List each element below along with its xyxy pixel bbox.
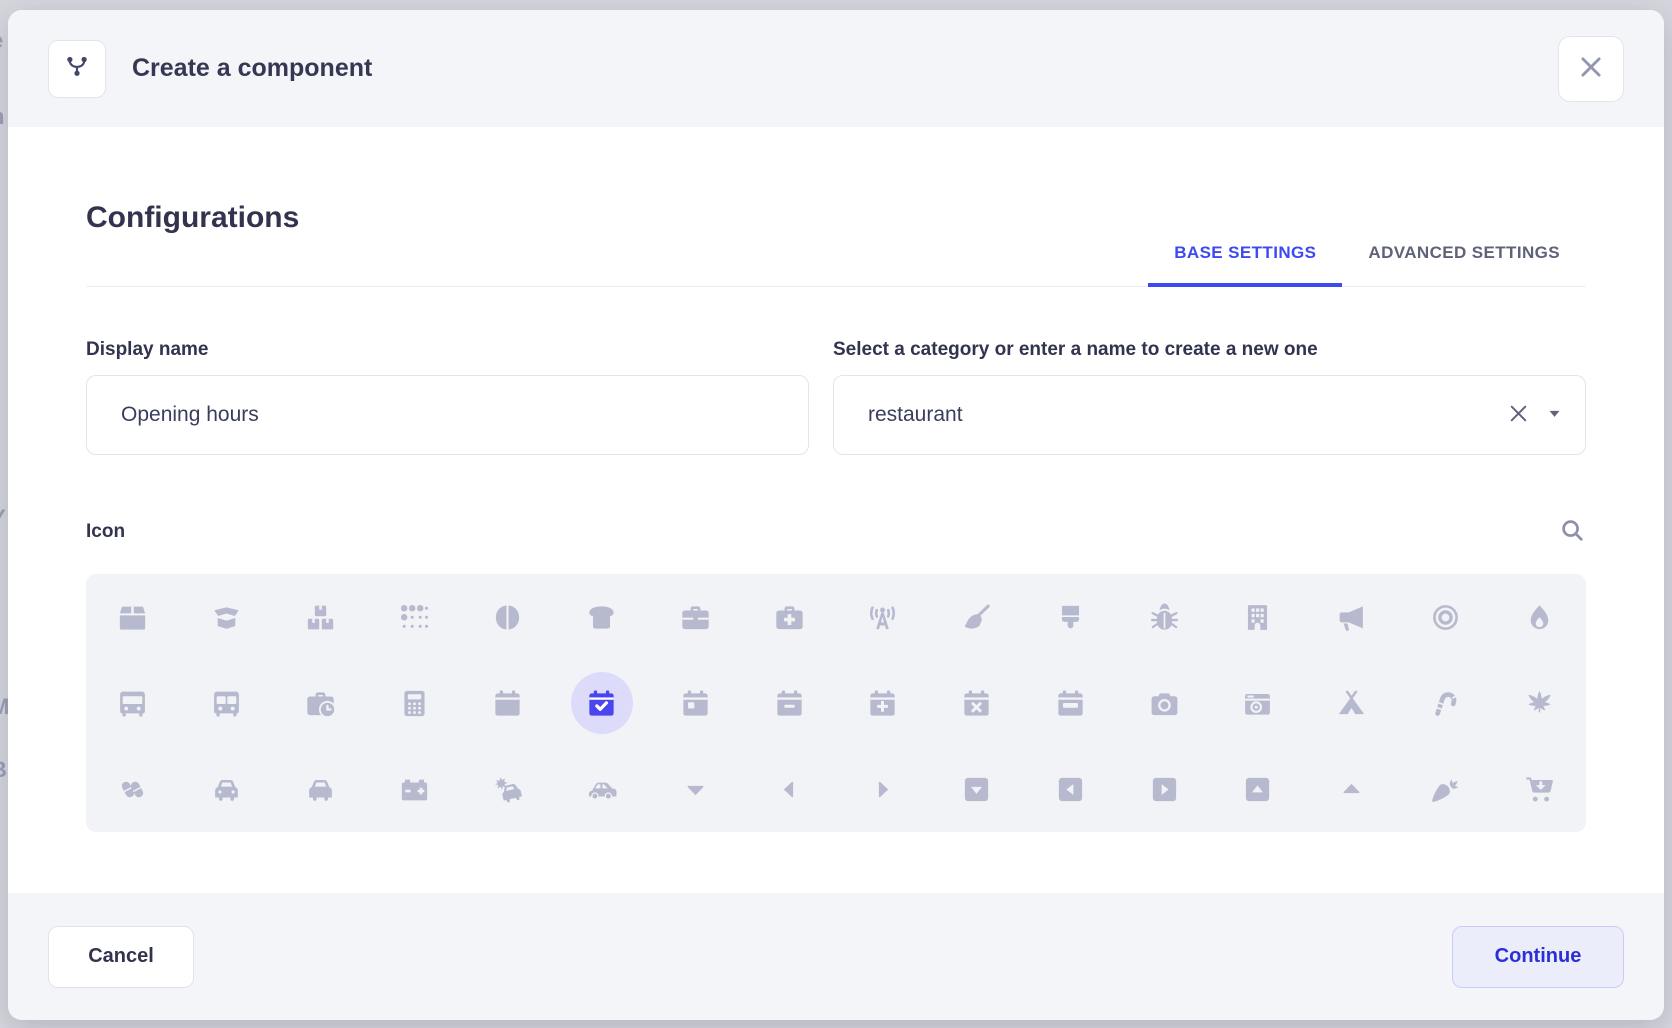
icon-capsules-icon[interactable] <box>86 746 180 832</box>
background-page-text-fragment: M <box>0 694 8 720</box>
icon-calendar-plus-icon[interactable] <box>836 660 930 746</box>
icon-camera-icon[interactable] <box>1117 660 1211 746</box>
icon-bug-icon[interactable] <box>1117 574 1211 660</box>
tab-advanced-settings[interactable]: ADVANCED SETTINGS <box>1342 243 1586 287</box>
icon-burn-icon[interactable] <box>1492 574 1586 660</box>
icon-cannabis-icon[interactable] <box>1492 660 1586 746</box>
caret-down-icon <box>1547 406 1562 424</box>
icon-car-icon[interactable] <box>180 746 274 832</box>
icon-candy-cane-icon[interactable] <box>1399 660 1493 746</box>
modal-body: Configurations BASE SETTINGS ADVANCED SE… <box>8 127 1664 893</box>
display-name-label: Display name <box>86 339 809 361</box>
category-field-group: Select a category or enter a name to cre… <box>833 339 1586 455</box>
continue-button[interactable]: Continue <box>1452 926 1624 988</box>
icon-caret-square-down-icon[interactable] <box>930 746 1024 832</box>
icon-caret-square-right-icon[interactable] <box>1117 746 1211 832</box>
icon-caret-down-icon[interactable] <box>649 746 743 832</box>
background-page-text-fragment: t <box>0 620 8 646</box>
icon-building-icon[interactable] <box>1211 574 1305 660</box>
icon-calculator-icon[interactable] <box>367 660 461 746</box>
section-heading: Configurations <box>86 201 299 235</box>
icon-caret-square-up-icon[interactable] <box>1211 746 1305 832</box>
display-name-input[interactable] <box>86 375 809 455</box>
cancel-button[interactable]: Cancel <box>48 926 194 988</box>
icon-broadcast-tower-icon[interactable] <box>836 574 930 660</box>
close-button[interactable] <box>1558 36 1624 102</box>
background-page-text-fragment: B <box>0 757 8 783</box>
icon-brush-icon[interactable] <box>1024 574 1118 660</box>
component-branch-icon <box>62 51 92 86</box>
icon-calendar-day-icon[interactable] <box>649 660 743 746</box>
icon-boxes-stacked-icon[interactable] <box>274 574 368 660</box>
icon-briefcase-medical-icon[interactable] <box>742 574 836 660</box>
icon-bus-alt-icon[interactable] <box>180 660 274 746</box>
background-page-text-fragment: e <box>0 28 8 54</box>
modal-footer: Cancel Continue <box>8 893 1664 1020</box>
icon-car-crash-icon[interactable] <box>461 746 555 832</box>
icon-caret-left-icon[interactable] <box>742 746 836 832</box>
icon-calendar-week-icon[interactable] <box>1024 660 1118 746</box>
icon-braille-icon[interactable] <box>367 574 461 660</box>
icon-calendar-check-icon[interactable] <box>555 660 649 746</box>
icon-camera-retro-icon[interactable] <box>1211 660 1305 746</box>
icon-cart-arrow-down-icon[interactable] <box>1492 746 1586 832</box>
category-input[interactable] <box>833 375 1586 455</box>
icon-grid <box>86 574 1586 832</box>
icon-campground-icon[interactable] <box>1305 660 1399 746</box>
clear-x-icon <box>1506 401 1531 429</box>
tab-base-settings[interactable]: BASE SETTINGS <box>1148 243 1342 287</box>
configurations-header-row: Configurations BASE SETTINGS ADVANCED SE… <box>86 127 1586 287</box>
icon-car-side-icon[interactable] <box>555 746 649 832</box>
icon-box-icon[interactable] <box>86 574 180 660</box>
icon-broom-icon[interactable] <box>930 574 1024 660</box>
background-page-text-fragment: n <box>0 104 8 130</box>
icon-bread-slice-icon[interactable] <box>555 574 649 660</box>
icon-carrot-icon[interactable] <box>1399 746 1493 832</box>
icon-briefcase-icon[interactable] <box>649 574 743 660</box>
icon-bullhorn-icon[interactable] <box>1305 574 1399 660</box>
icon-bus-icon[interactable] <box>86 660 180 746</box>
modal-title: Create a component <box>132 54 372 83</box>
icon-brain-icon[interactable] <box>461 574 555 660</box>
icon-car-battery-icon[interactable] <box>367 746 461 832</box>
background-page-text-fragment: Y <box>0 505 8 531</box>
icon-picker-header: Icon <box>86 517 1586 547</box>
icon-bullseye-icon[interactable] <box>1399 574 1493 660</box>
settings-tabs: BASE SETTINGS ADVANCED SETTINGS <box>1148 243 1586 287</box>
icon-business-time-icon[interactable] <box>274 660 368 746</box>
modal-header: Create a component <box>8 10 1664 127</box>
icon-caret-square-left-icon[interactable] <box>1024 746 1118 832</box>
icon-calendar-times-icon[interactable] <box>930 660 1024 746</box>
create-component-modal: Create a component Configurations BASE S… <box>8 10 1664 1020</box>
form-row: Display name Select a category or enter … <box>86 339 1586 455</box>
icon-box-open-icon[interactable] <box>180 574 274 660</box>
category-label: Select a category or enter a name to cre… <box>833 339 1586 361</box>
icon-caret-up-icon[interactable] <box>1305 746 1399 832</box>
icon-picker-section: Icon <box>86 517 1586 832</box>
display-name-field-group: Display name <box>86 339 809 455</box>
icon-label: Icon <box>86 521 125 543</box>
page-background: e n r Yt M B Create a component <box>0 0 1672 1028</box>
icon-calendar-icon[interactable] <box>461 660 555 746</box>
category-combobox <box>833 375 1586 455</box>
component-branch-icon-box <box>48 40 106 98</box>
icon-car-alt-icon[interactable] <box>274 746 368 832</box>
icon-calendar-minus-icon[interactable] <box>742 660 836 746</box>
icon-search-button[interactable] <box>1559 517 1586 547</box>
search-icon <box>1559 517 1586 547</box>
close-icon <box>1576 52 1606 85</box>
category-dropdown-button[interactable] <box>1547 406 1562 424</box>
icon-caret-right-icon[interactable] <box>836 746 930 832</box>
background-page-text-fragment: r <box>0 338 8 364</box>
category-controls <box>1506 375 1562 455</box>
category-clear-button[interactable] <box>1506 401 1531 429</box>
